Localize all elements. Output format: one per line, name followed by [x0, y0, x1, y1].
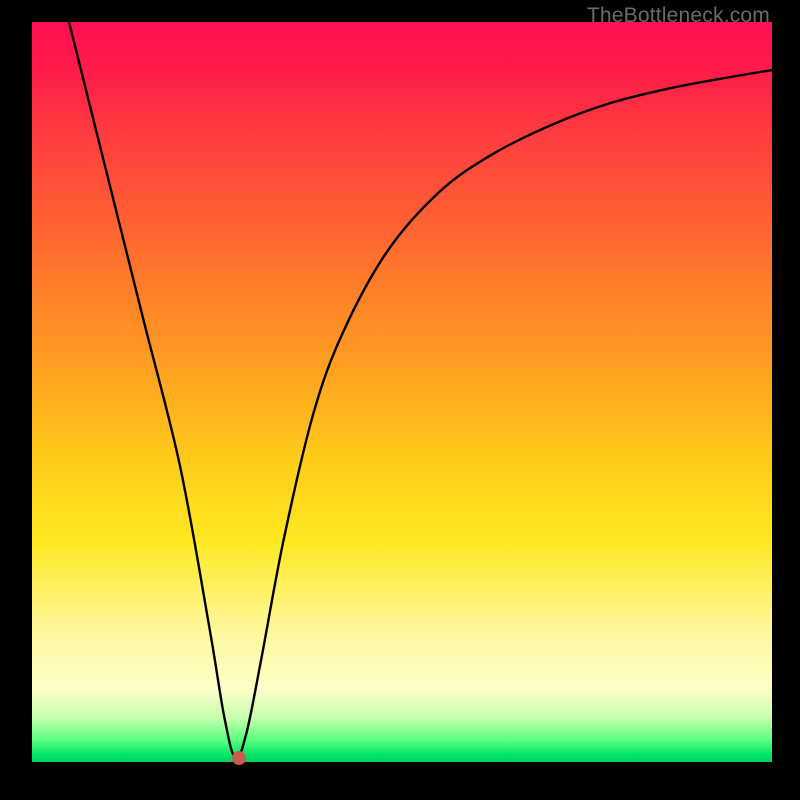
- chart-frame: TheBottleneck.com: [0, 0, 800, 800]
- bottleneck-curve: [69, 22, 772, 759]
- curve-svg: [32, 22, 772, 762]
- minimum-marker: [232, 751, 246, 765]
- plot-area: [32, 22, 772, 762]
